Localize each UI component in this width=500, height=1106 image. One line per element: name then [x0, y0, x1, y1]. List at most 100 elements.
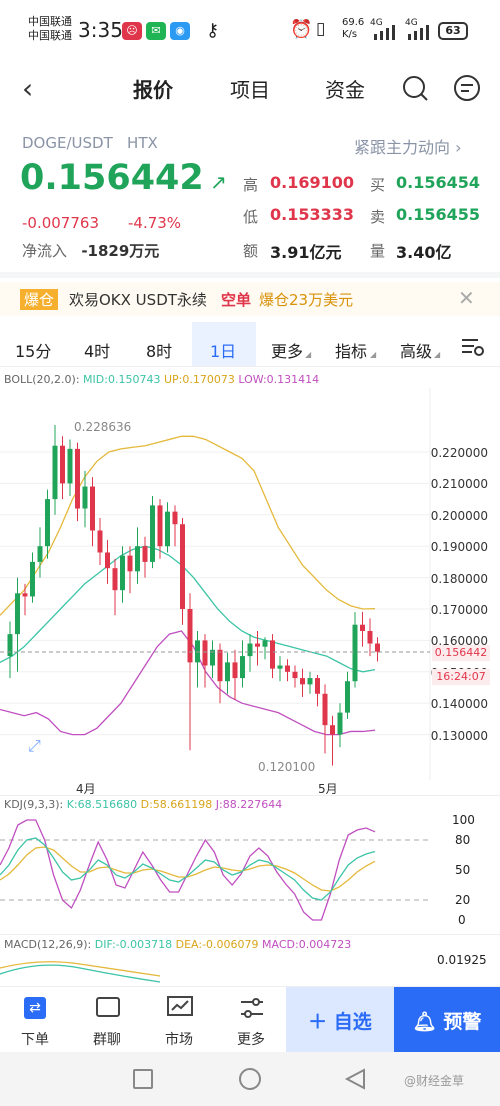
- system-nav-bar: @财经金草: [0, 1052, 500, 1106]
- key-icon: ⚷: [206, 20, 220, 41]
- recent-apps-icon[interactable]: [133, 1069, 153, 1089]
- tab-project[interactable]: 项目: [230, 74, 270, 103]
- nav-more[interactable]: 更多: [216, 987, 286, 1053]
- netflow-label: 净流入: [22, 242, 68, 260]
- candle-body: [225, 662, 230, 682]
- tab-funds[interactable]: 资金: [325, 74, 365, 103]
- candle-body: [300, 678, 305, 685]
- candle-body: [285, 665, 290, 672]
- price-change-pct: -4.73%: [128, 214, 182, 232]
- y-axis-tick: 0.170000: [430, 603, 488, 617]
- divider: [0, 272, 500, 278]
- nav-market-label: 市场: [165, 1032, 193, 1048]
- candle-body: [97, 530, 103, 553]
- order-icon: ⇄: [24, 997, 46, 1019]
- macd-legend: MACD(12,26,9): DIF:-0.003718 DEA:-0.0060…: [4, 938, 351, 951]
- back-arrow-icon[interactable]: ‹: [22, 72, 33, 105]
- boll-label: BOLL(20,2.0):: [4, 373, 80, 386]
- nav-order-label: 下单: [21, 1032, 49, 1048]
- macd-dea: DEA:-0.006079: [175, 938, 259, 951]
- nav-chat[interactable]: 群聊: [72, 987, 142, 1053]
- back-icon[interactable]: [344, 1068, 366, 1090]
- y-axis-tick: 0.180000: [430, 571, 488, 586]
- banner-text: 欢易OKX USDT永续: [69, 291, 207, 309]
- follow-link[interactable]: 紧跟主力动向 ›: [354, 134, 462, 158]
- close-icon[interactable]: ✕: [458, 286, 475, 310]
- kdj-label: KDJ(9,3,3):: [4, 798, 64, 811]
- nav-market[interactable]: 市场: [144, 987, 214, 1053]
- speed-value: 69.6: [342, 17, 365, 28]
- candle-body: [22, 593, 28, 597]
- candle-body: [202, 640, 208, 666]
- macd-chart: [0, 961, 161, 983]
- liquidation-banner[interactable]: 爆仓 欢易OKX USDT永续 空单 爆仓23万美元 ✕: [0, 282, 500, 316]
- candle-body: [240, 656, 245, 679]
- period-1d[interactable]: 1日: [210, 338, 236, 362]
- y-axis-tick: 0.190000: [430, 540, 488, 555]
- candle-body: [232, 662, 238, 679]
- home-icon[interactable]: [239, 1068, 261, 1090]
- candle-body: [37, 546, 43, 562]
- candle-body: [120, 555, 125, 591]
- candle-body: [15, 593, 20, 635]
- price-alert-button[interactable]: 🔔︎ 预警: [394, 987, 500, 1053]
- speed-unit: K/s: [342, 29, 358, 40]
- ask-value: 0.156455: [396, 205, 481, 224]
- bottom-nav: ⇄ 下单 群聊 市场 更多 ＋ 自选 🔔︎ 预警: [0, 986, 500, 1053]
- expand-icon[interactable]: ⤢: [28, 736, 41, 756]
- macd-dif-line: [0, 964, 161, 983]
- tab-quote[interactable]: 报价: [133, 74, 173, 103]
- candle-body: [277, 665, 283, 669]
- candle-body: [45, 499, 50, 547]
- max-price-label: 0.228636: [74, 420, 132, 434]
- candle-body: [307, 678, 313, 685]
- min-price-label: 0.120100: [258, 760, 316, 774]
- chat-icon: [96, 997, 120, 1017]
- comment-icon[interactable]: [452, 73, 482, 103]
- header: ‹ 报价 项目 资金: [0, 60, 500, 118]
- candle-body: [367, 630, 373, 644]
- advanced-tab[interactable]: 高级: [400, 338, 432, 362]
- candle-body: [322, 693, 328, 726]
- vibrate-icon: ▯: [316, 19, 326, 39]
- nav-order[interactable]: ⇄ 下单: [0, 987, 70, 1053]
- app-notification-icon: ☹: [122, 22, 142, 40]
- amount-label: 额: [243, 242, 259, 260]
- boll-legend: BOLL(20,2.0): MID:0.150743 UP:0.170073 L…: [4, 373, 319, 386]
- period-4h[interactable]: 4时: [84, 338, 110, 362]
- kdj-j-line: [0, 819, 376, 921]
- boll-low: LOW:0.131414: [238, 373, 320, 386]
- search-icon[interactable]: [401, 74, 429, 102]
- candle-body: [90, 486, 95, 531]
- high-value: 0.169100: [270, 173, 355, 192]
- exchange-name: HTX: [127, 134, 158, 152]
- period-more[interactable]: 更多: [271, 338, 303, 362]
- kdj-legend: KDJ(9,3,3): K:68.516680 D:58.661198 J:88…: [4, 798, 282, 811]
- net-speed: 69.6 K/s: [342, 17, 364, 41]
- period-8h[interactable]: 8时: [146, 338, 172, 362]
- candle-body: [270, 640, 275, 669]
- indicator-tab[interactable]: 指标: [335, 338, 367, 362]
- plus-icon: ＋: [308, 1011, 334, 1033]
- price-change: -0.007763: [22, 214, 99, 232]
- chart-settings-icon[interactable]: [460, 336, 486, 358]
- candle-body: [82, 486, 88, 509]
- carrier-info: 中国联通 中国联通: [28, 15, 72, 43]
- kdj-j: J:88.227644: [215, 798, 283, 811]
- candle-body: [112, 568, 118, 591]
- y-axis-tick: 0.140000: [430, 697, 488, 712]
- volume-value: 3.40亿: [396, 243, 452, 262]
- candle-body: [217, 649, 223, 682]
- market-icon: [167, 996, 193, 1016]
- net-inflow: 净流入 -1829万元: [22, 240, 159, 261]
- boll-mid: MID:0.150743: [83, 373, 161, 386]
- time-tag: 16:24:07: [432, 669, 490, 685]
- candle-body: [150, 505, 155, 562]
- candle-body: [127, 555, 133, 572]
- nav-chat-label: 群聊: [93, 1032, 121, 1048]
- period-15m[interactable]: 15分: [15, 338, 51, 362]
- divider: [0, 934, 500, 935]
- price-tag: 0.156442: [432, 645, 490, 661]
- add-watchlist-button[interactable]: ＋ 自选: [286, 987, 394, 1053]
- kdj-tick-100: 100: [452, 813, 475, 827]
